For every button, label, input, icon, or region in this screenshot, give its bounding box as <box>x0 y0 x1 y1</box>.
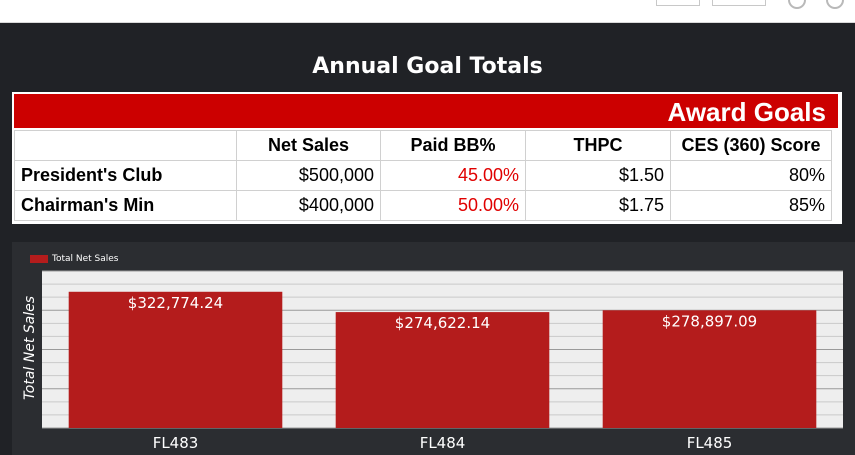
bar-data-label: $322,774.24 <box>128 294 223 312</box>
bar-chart: $322,774.24 FL483 $274,622.14 FL484 $278,897… <box>42 270 843 452</box>
bar <box>68 291 283 428</box>
bar-data-label: $278,897.09 <box>662 312 757 330</box>
x-tick-label: FL483 <box>153 434 199 452</box>
bar-data-label: $274,622.14 <box>395 314 490 332</box>
x-tick-label: FL484 <box>420 434 466 452</box>
x-tick-label: FL485 <box>687 434 733 452</box>
